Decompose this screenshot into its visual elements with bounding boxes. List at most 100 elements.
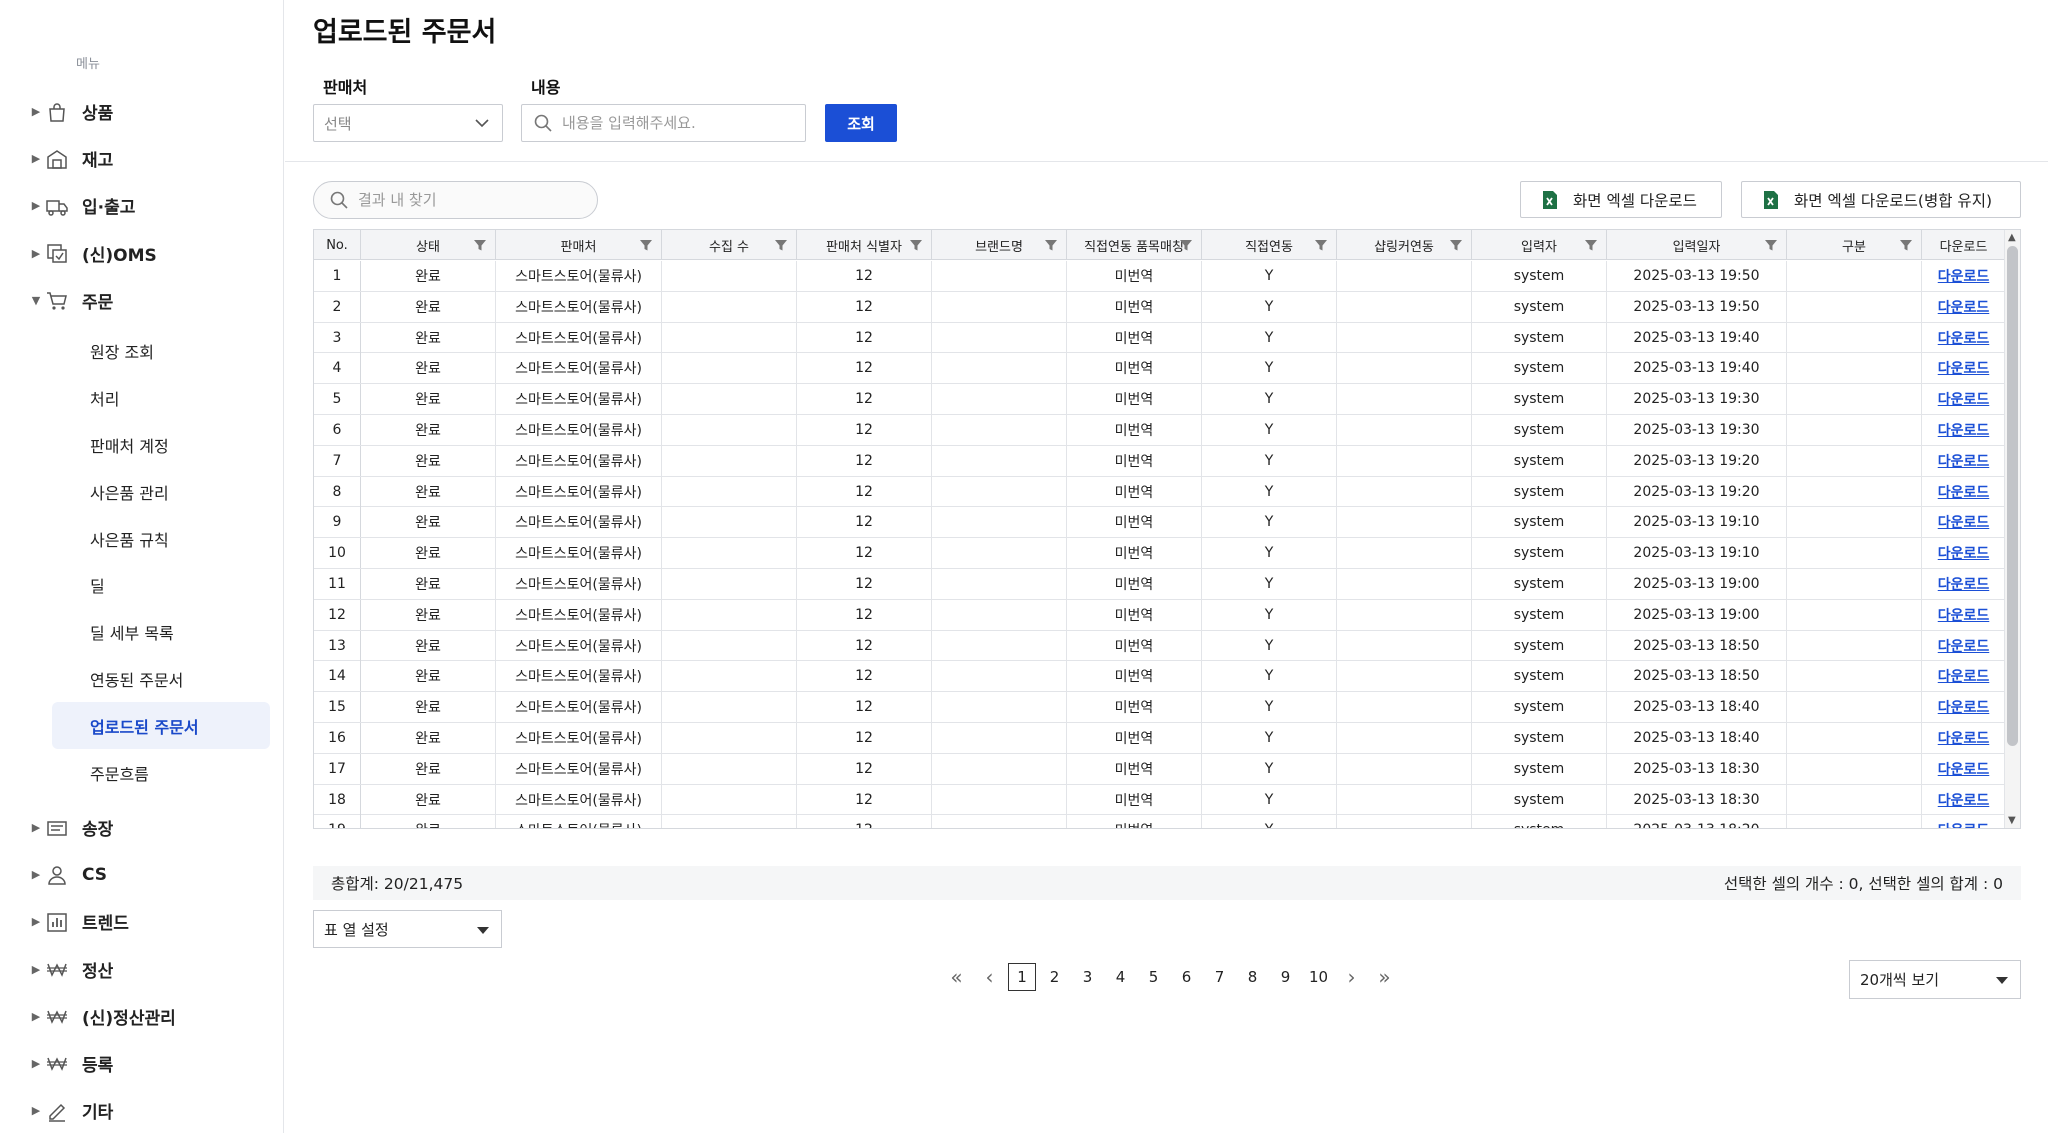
page-number[interactable]: 6	[1170, 962, 1203, 992]
next-page-icon[interactable]: ›	[1335, 960, 1368, 994]
page-number[interactable]: 3	[1071, 962, 1104, 992]
table-row[interactable]: 18 완료 스마트스토어(물류사) 12 미번역 Ysystem 2025-03-13 18…	[314, 784, 2006, 816]
scroll-up-icon[interactable]: ▲	[2008, 232, 2016, 243]
download-link[interactable]: 다운로드	[1938, 697, 1990, 717]
scroll-down-icon[interactable]: ▼	[2008, 815, 2016, 826]
column-header[interactable]: 직접연동	[1202, 230, 1337, 260]
page-number[interactable]: 2	[1038, 962, 1071, 992]
sidebar-item[interactable]: ▶ (신)OMS	[28, 230, 278, 277]
sidebar-subitem[interactable]: 주문흐름	[52, 749, 270, 796]
table-row[interactable]: 13 완료 스마트스토어(물류사) 12 미번역 Ysystem 2025-03-13 18…	[314, 630, 2006, 662]
table-row[interactable]: 10 완료 스마트스토어(물류사) 12 미번역 Ysystem 2025-03-13 19…	[314, 538, 2006, 569]
column-header[interactable]: 직접연동 품목매칭	[1067, 230, 1202, 260]
page-number[interactable]: 10	[1302, 962, 1335, 992]
page-number[interactable]: 5	[1137, 962, 1170, 992]
table-row[interactable]: 11 완료 스마트스토어(물류사) 12 미번역 Ysystem 2025-03-13 19…	[314, 568, 2006, 600]
page-number[interactable]: 7	[1203, 962, 1236, 992]
sidebar-subitem[interactable]: 처리	[52, 375, 270, 422]
column-header[interactable]: 브랜드명	[932, 230, 1067, 260]
sidebar-item[interactable]: ▶ CS	[28, 851, 278, 898]
sidebar-item[interactable]: ▶ (신)정산관리	[28, 993, 278, 1040]
sidebar-item[interactable]: ▶ 재고	[28, 135, 278, 182]
table-row[interactable]: 5 완료 스마트스토어(물류사) 12 미번역 Ysystem 2025-03-13 19:…	[314, 384, 2006, 415]
table-row[interactable]: 2 완료 스마트스토어(물류사) 12 미번역 Ysystem 2025-03-13 19:…	[314, 291, 2006, 323]
filter-icon[interactable]	[1449, 238, 1463, 252]
filter-icon[interactable]	[1179, 238, 1193, 252]
sidebar-item[interactable]: ▼ 주문	[28, 277, 278, 324]
column-header[interactable]: 구분	[1787, 230, 1922, 260]
filter-icon[interactable]	[909, 238, 923, 252]
seller-select[interactable]: 선택	[313, 104, 503, 142]
page-number[interactable]: 8	[1236, 962, 1269, 992]
column-header[interactable]: 수집 수	[662, 230, 797, 260]
filter-icon[interactable]	[1584, 238, 1598, 252]
content-search-input[interactable]	[562, 114, 782, 132]
filter-icon[interactable]	[639, 238, 653, 252]
table-row[interactable]: 14 완료 스마트스토어(물류사) 12 미번역 Ysystem 2025-03-13 18…	[314, 661, 2006, 693]
table-row[interactable]: 17 완료 스마트스토어(물류사) 12 미번역 Ysystem 2025-03-13 18…	[314, 753, 2006, 785]
sidebar-item[interactable]: ▶ 등록	[28, 1040, 278, 1087]
download-link[interactable]: 다운로드	[1938, 790, 1990, 810]
sidebar-subitem[interactable]: 업로드된 주문서	[52, 702, 270, 750]
excel-download-button[interactable]: 화면 엑셀 다운로드	[1520, 181, 1722, 218]
download-link[interactable]: 다운로드	[1938, 389, 1990, 409]
page-number[interactable]: 4	[1104, 962, 1137, 992]
sidebar-item[interactable]: ▶ 입·출고	[28, 182, 278, 229]
table-row[interactable]: 6 완료 스마트스토어(물류사) 12 미번역 Ysystem 2025-03-13 19:…	[314, 414, 2006, 446]
table-row[interactable]: 9 완료 스마트스토어(물류사) 12 미번역 Ysystem 2025-03-13 19:…	[314, 507, 2006, 539]
filter-icon[interactable]	[1764, 238, 1778, 252]
sidebar-item[interactable]: ▶ 정산	[28, 945, 278, 992]
table-row[interactable]: 12 완료 스마트스토어(물류사) 12 미번역 Ysystem 2025-03-13 19…	[314, 599, 2006, 631]
table-row[interactable]: 19완료스마트스토어(물류사) 12 미번역Ysystem2025-03-13 18…	[314, 815, 2006, 828]
download-link[interactable]: 다운로드	[1938, 759, 1990, 779]
grid-scrollbar[interactable]: ▲ ▼	[2004, 230, 2020, 828]
prev-page-icon[interactable]: ‹	[973, 960, 1006, 994]
sidebar-subitem[interactable]: 판매처 계정	[52, 422, 270, 469]
first-page-icon[interactable]: «	[940, 960, 973, 994]
download-link[interactable]: 다운로드	[1938, 297, 1990, 317]
download-link[interactable]: 다운로드	[1938, 820, 1990, 828]
page-size-select[interactable]: 20개씩 보기	[1849, 960, 2021, 999]
column-header[interactable]: 상태	[361, 230, 496, 260]
download-link[interactable]: 다운로드	[1938, 451, 1990, 471]
result-search-field[interactable]	[313, 181, 598, 219]
download-link[interactable]: 다운로드	[1938, 512, 1990, 532]
page-number[interactable]: 1	[1008, 963, 1036, 991]
sidebar-item[interactable]: ▶ 상품	[28, 88, 278, 135]
download-link[interactable]: 다운로드	[1938, 605, 1990, 625]
filter-icon[interactable]	[1314, 238, 1328, 252]
download-link[interactable]: 다운로드	[1938, 482, 1990, 502]
table-row[interactable]: 15 완료 스마트스토어(물류사) 12 미번역 Ysystem 2025-03-13 18…	[314, 692, 2006, 723]
page-number[interactable]: 9	[1269, 962, 1302, 992]
table-row[interactable]: 4 완료 스마트스토어(물류사) 12 미번역 Ysystem 2025-03-13 19:…	[314, 353, 2006, 385]
column-header[interactable]: 샵링커연동	[1337, 230, 1472, 260]
sidebar-subitem[interactable]: 연동된 주문서	[52, 656, 270, 703]
download-link[interactable]: 다운로드	[1938, 574, 1990, 594]
scrollbar-thumb[interactable]	[2007, 246, 2018, 746]
sidebar-subitem[interactable]: 사은품 관리	[52, 468, 270, 515]
content-search-field[interactable]	[521, 104, 806, 142]
column-header[interactable]: 입력자	[1472, 230, 1607, 260]
column-header[interactable]: 입력일자	[1607, 230, 1787, 260]
download-link[interactable]: 다운로드	[1938, 728, 1990, 748]
download-link[interactable]: 다운로드	[1938, 420, 1990, 440]
download-link[interactable]: 다운로드	[1938, 636, 1990, 656]
download-link[interactable]: 다운로드	[1938, 666, 1990, 686]
column-header[interactable]: No.	[314, 230, 361, 260]
sidebar-subitem[interactable]: 원장 조회	[52, 328, 270, 375]
table-row[interactable]: 8 완료 스마트스토어(물류사) 12 미번역 Ysystem 2025-03-13 19:…	[314, 476, 2006, 508]
table-row[interactable]: 3 완료 스마트스토어(물류사) 12 미번역 Ysystem 2025-03-13 19:…	[314, 322, 2006, 354]
table-row[interactable]: 7 완료 스마트스토어(물류사) 12 미번역 Ysystem 2025-03-13 19:…	[314, 445, 2006, 477]
sidebar-item[interactable]: ▶ 송장	[28, 804, 278, 851]
filter-icon[interactable]	[1044, 238, 1058, 252]
table-row[interactable]: 16 완료 스마트스토어(물류사) 12 미번역 Ysystem 2025-03-13 18…	[314, 722, 2006, 754]
filter-icon[interactable]	[774, 238, 788, 252]
download-link[interactable]: 다운로드	[1938, 328, 1990, 348]
table-row[interactable]: 1 완료 스마트스토어(물류사) 12 미번역 Ysystem 2025-03-13 19:…	[314, 261, 2006, 292]
excel-download-merged-button[interactable]: 화면 엑셀 다운로드(병합 유지)	[1741, 181, 2021, 218]
column-header[interactable]: 다운로드	[1922, 230, 2006, 260]
result-search-input[interactable]	[358, 191, 578, 209]
sidebar-subitem[interactable]: 사은품 규칙	[52, 515, 270, 562]
download-link[interactable]: 다운로드	[1938, 358, 1990, 378]
sidebar-subitem[interactable]: 딜 세부 목록	[52, 609, 270, 656]
